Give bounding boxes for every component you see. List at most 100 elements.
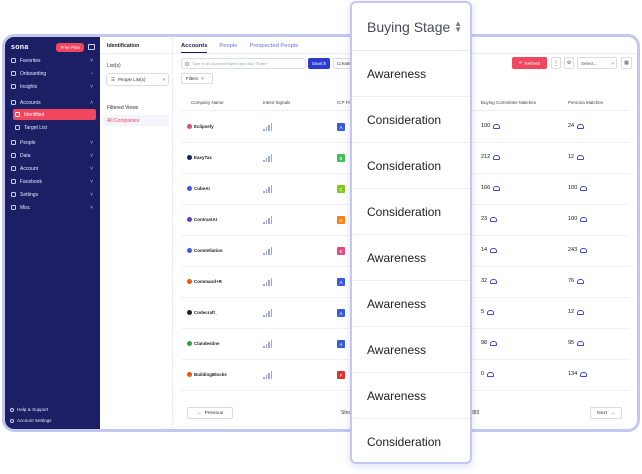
fit-grade: A: [339, 279, 343, 285]
sidebar-item-people[interactable]: People ˅: [9, 137, 96, 148]
buying-committee-matches[interactable]: 166: [481, 185, 501, 191]
people-icon: [577, 278, 585, 284]
account-settings-link[interactable]: Account Settings: [10, 418, 51, 423]
intent-signal-icon: [263, 340, 273, 348]
refresh-button[interactable]: ⟳ Refresh: [512, 57, 547, 69]
sidebar-item-insights[interactable]: Insights ˅: [9, 81, 96, 92]
buying-committee-matches[interactable]: 32: [481, 278, 498, 284]
buying-committee-matches[interactable]: 212: [481, 154, 501, 160]
buying-committee-matches[interactable]: 23: [481, 216, 498, 222]
people-icon: [493, 185, 501, 191]
column-header-intent[interactable]: Intent Signals: [263, 100, 290, 105]
collapse-sidebar-icon[interactable]: [88, 44, 95, 50]
more-options-icon[interactable]: ⋮: [551, 57, 561, 69]
sidebar-item-onboarding[interactable]: Onboarding ◔: [9, 68, 96, 79]
people-icon: [577, 309, 585, 315]
company-name-text: Clandestine: [194, 341, 220, 346]
filters-label: Filters: [186, 76, 199, 81]
dropdown-option[interactable]: Consideration: [352, 143, 470, 189]
persona-matches[interactable]: 100: [568, 185, 588, 191]
bcm-value: 14: [481, 247, 488, 253]
pm-value: 12: [568, 154, 575, 160]
sidebar-item-settings[interactable]: Settings ˅: [9, 189, 96, 200]
filters-button[interactable]: Filters ˅: [181, 73, 213, 84]
help-support-link[interactable]: Help & Support: [10, 407, 48, 412]
persona-matches[interactable]: 134: [568, 371, 588, 377]
column-header-buying-committee[interactable]: Buying Committee Matches: [481, 100, 536, 105]
dropdown-option[interactable]: Consideration: [352, 419, 470, 462]
free-plan-badge[interactable]: Free Plan: [56, 42, 84, 52]
previous-label: Previous: [204, 410, 224, 416]
persona-matches[interactable]: 243: [568, 247, 588, 253]
icp-fit-badge: C: [337, 185, 345, 193]
sidebar-item-label: Accounts: [20, 99, 41, 106]
people-icon: [493, 123, 501, 129]
buying-committee-matches[interactable]: 98: [481, 340, 498, 346]
company-logo: [187, 155, 192, 160]
dropdown-option[interactable]: Consideration: [352, 97, 470, 143]
persona-matches[interactable]: 76: [568, 278, 585, 284]
sidebar-item-favorites[interactable]: Favorites ˅: [9, 55, 96, 66]
tab-prospected-people[interactable]: Prospected People: [249, 43, 298, 53]
search-input[interactable]: Type in an Account Name and click "Enter…: [181, 58, 306, 69]
buying-committee-matches[interactable]: 0: [481, 371, 495, 377]
persona-matches[interactable]: 100: [568, 216, 588, 222]
company-name[interactable]: CubeAI: [187, 186, 210, 191]
company-name[interactable]: ContrastAI: [187, 217, 217, 222]
tab-people[interactable]: People: [219, 43, 237, 53]
company-name[interactable]: Eclipsefy: [187, 124, 214, 129]
search-placeholder: Type in an Account Name and click "Enter…: [192, 61, 268, 66]
sidebar-item-label: Identified: [24, 111, 45, 118]
sidebar-item-accounts[interactable]: Accounts ˄: [9, 97, 96, 108]
dropdown-option[interactable]: Awareness: [352, 327, 470, 373]
company-name[interactable]: Codecraft_: [187, 310, 218, 315]
buying-committee-matches[interactable]: 100: [481, 123, 501, 129]
fit-grade: F: [339, 372, 343, 378]
sidebar-item-misc[interactable]: Misc ˅: [9, 202, 96, 213]
company-name[interactable]: Constellation: [187, 248, 223, 253]
dropdown-option[interactable]: Awareness: [352, 51, 470, 97]
company-name[interactable]: EasyTax: [187, 155, 212, 160]
all-companies-view[interactable]: All Companies: [103, 115, 169, 126]
company-name[interactable]: Clandestine: [187, 341, 220, 346]
buying-committee-matches[interactable]: 5: [481, 309, 495, 315]
dropdown-option[interactable]: Awareness: [352, 235, 470, 281]
help-label: Help & Support: [17, 407, 49, 412]
sidebar-item-facebook[interactable]: Facebook ˅: [9, 176, 96, 187]
column-header-company[interactable]: Company Name: [191, 100, 224, 105]
buying-committee-matches[interactable]: 14: [481, 247, 498, 253]
logo: sona: [11, 43, 29, 51]
next-button[interactable]: Next →: [590, 407, 622, 419]
sidebar-item-identified[interactable]: Identified: [13, 109, 96, 120]
dropdown-option[interactable]: Awareness: [352, 281, 470, 327]
dropdown-option[interactable]: Awareness: [352, 373, 470, 419]
sidebar-item-data[interactable]: Data ˅: [9, 150, 96, 161]
search-button[interactable]: Search: [308, 58, 330, 69]
sidebar-item-target-list[interactable]: Target List: [13, 122, 96, 133]
persona-matches[interactable]: 12: [568, 154, 585, 160]
tab-accounts[interactable]: Accounts: [181, 43, 208, 53]
persona-matches[interactable]: 12: [568, 309, 585, 315]
people-lists-select[interactable]: ☰ People List(s) ˅: [106, 73, 169, 86]
sidebar-item-label: People: [20, 139, 36, 146]
buying-stage-dropdown[interactable]: Buying Stage ▲ ▼ Awareness Consideration Con…: [350, 1, 472, 464]
buying-stage-header[interactable]: Buying Stage ▲ ▼: [352, 3, 470, 51]
persona-matches[interactable]: 24: [568, 123, 585, 129]
columns-icon[interactable]: ▦: [621, 57, 632, 69]
company-name[interactable]: BuildingBlocks: [187, 372, 227, 377]
pm-value: 100: [568, 185, 578, 191]
persona-matches[interactable]: 95: [568, 340, 585, 346]
gear-icon[interactable]: ⚙: [564, 57, 574, 69]
sidebar-item-account[interactable]: Account ˅: [9, 163, 96, 174]
company-name[interactable]: Command+R: [187, 279, 222, 284]
dropdown-option[interactable]: Consideration: [352, 189, 470, 235]
column-header-icp-fit[interactable]: ICP Fit: [337, 100, 351, 105]
chevron-down-icon: ˅: [90, 191, 93, 198]
pm-value: 76: [568, 278, 575, 284]
company-name-text: Constellation: [194, 248, 223, 253]
people-icon: [577, 154, 585, 160]
previous-button[interactable]: ← Previous: [187, 407, 233, 419]
view-select[interactable]: Select... ˅: [577, 57, 617, 69]
column-header-persona[interactable]: Persona Matches: [568, 100, 603, 105]
bcm-value: 98: [481, 340, 488, 346]
